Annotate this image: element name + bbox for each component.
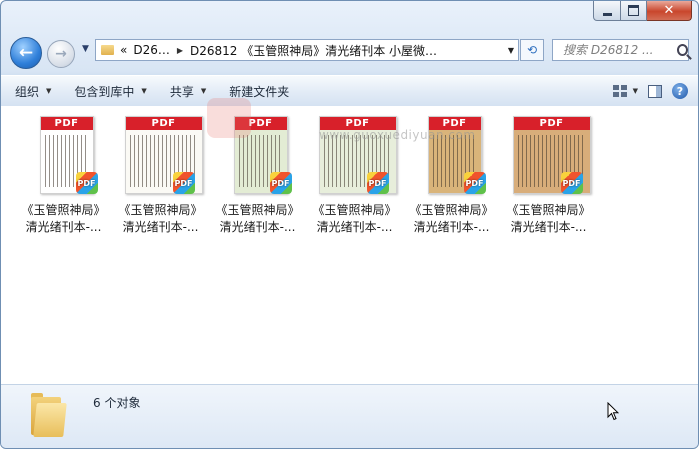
pdf-file-icon: PDF PDF — [32, 114, 98, 200]
pdf-badge-icon: PDF — [366, 172, 389, 194]
pdf-file-icon: PDF PDF — [226, 114, 292, 200]
search-box[interactable] — [552, 39, 689, 61]
breadcrumb-item-parent[interactable]: D26… — [133, 43, 170, 57]
share-label: 共享 — [169, 84, 194, 99]
address-dropdown-icon[interactable]: ▼ — [504, 46, 518, 55]
new-folder-button[interactable]: 新建文件夹 — [215, 78, 298, 104]
forward-button[interactable]: → — [47, 40, 75, 68]
pdf-banner: PDF — [125, 117, 202, 130]
file-item[interactable]: PDF PDF 《玉管照神局》 清光绪刊本-... — [209, 114, 306, 236]
pdf-banner: PDF — [40, 117, 93, 130]
new-folder-label: 新建文件夹 — [229, 84, 290, 99]
title-bar: ✕ — [1, 1, 698, 35]
file-name-line1: 《玉管照神局》 — [312, 203, 397, 217]
window-controls: ✕ — [593, 1, 692, 21]
breadcrumb-separator-icon[interactable]: ▶ — [177, 46, 183, 55]
back-button[interactable]: ← — [10, 37, 42, 69]
pdf-badge-icon: PDF — [269, 172, 292, 194]
file-name-line2: 清光绪刊本-... — [316, 220, 393, 234]
pdf-badge-icon: PDF — [560, 172, 583, 194]
file-item[interactable]: PDF PDF 《玉管照神局》 清光绪刊本-... — [306, 114, 403, 236]
file-item[interactable]: PDF PDF 《玉管照神局》 清光绪刊本-... — [500, 114, 597, 236]
organize-label: 组织 — [15, 84, 40, 99]
preview-pane-icon[interactable] — [648, 84, 662, 98]
breadcrumb-overflow[interactable]: « — [120, 43, 127, 57]
forward-arrow-icon: → — [55, 46, 67, 62]
chevron-down-icon: ▼ — [46, 87, 52, 95]
maximize-icon — [628, 5, 639, 16]
pdf-file-icon: PDF PDF — [318, 114, 397, 200]
navigation-bar: ← → ▼ « D26… ▶ D26812 《玉管照神局》清光绪刊本 小屋微… … — [1, 35, 698, 69]
pdf-badge-icon: PDF — [463, 172, 486, 194]
file-name-line1: 《玉管照神局》 — [21, 203, 106, 217]
close-icon: ✕ — [663, 3, 675, 18]
file-list-area[interactable]: PDF PDF 《玉管照神局》 清光绪刊本-... PDF PDF 《玉管照神局》 清光绪刊本… — [1, 106, 698, 384]
pdf-banner: PDF — [234, 117, 287, 130]
pdf-badge-icon: PDF — [172, 172, 195, 194]
file-item[interactable]: PDF PDF 《玉管照神局》 清光绪刊本-... — [112, 114, 209, 236]
pdf-banner: PDF — [428, 117, 481, 130]
recent-pages-dropdown[interactable]: ▼ — [82, 44, 89, 54]
view-options-icon[interactable] — [612, 85, 627, 97]
explorer-window: ✕ ← → ▼ « D26… ▶ D26812 《玉管照神局》清光绪刊本 小屋微… — [0, 0, 699, 449]
file-name-line1: 《玉管照神局》 — [409, 203, 494, 217]
command-bar: 组织 ▼ 包含到库中 ▼ 共享 ▼ 新建文件夹 ▼ ? — [1, 75, 698, 107]
file-name-line2: 清光绪刊本-... — [510, 220, 587, 234]
view-dropdown-icon[interactable]: ▼ — [633, 87, 638, 95]
file-item[interactable]: PDF PDF 《玉管照神局》 清光绪刊本-... — [403, 114, 500, 236]
include-in-library-menu[interactable]: 包含到库中 ▼ — [60, 78, 155, 104]
search-icon[interactable] — [677, 44, 688, 56]
minimize-icon — [602, 12, 612, 16]
item-count: 6 个对象 — [93, 396, 141, 410]
folder-icon — [27, 391, 67, 439]
refresh-icon: ⟲ — [526, 43, 538, 57]
chevron-down-icon: ▼ — [141, 87, 147, 95]
chevron-down-icon: ▼ — [200, 87, 207, 95]
close-button[interactable]: ✕ — [647, 1, 692, 21]
maximize-button[interactable] — [621, 1, 647, 21]
breadcrumb-item-current[interactable]: D26812 《玉管照神局》清光绪刊本 小屋微… — [190, 42, 437, 59]
file-item[interactable]: PDF PDF 《玉管照神局》 清光绪刊本-... — [15, 114, 112, 236]
file-name-line1: 《玉管照神局》 — [215, 203, 300, 217]
organize-menu[interactable]: 组织 ▼ — [1, 78, 60, 104]
details-pane: 6 个对象 — [1, 384, 698, 448]
pdf-file-icon: PDF PDF — [124, 114, 203, 200]
pdf-banner: PDF — [319, 117, 396, 130]
refresh-button[interactable]: ⟲ — [520, 39, 544, 61]
file-name-line2: 清光绪刊本-... — [219, 220, 296, 234]
file-name-line1: 《玉管照神局》 — [118, 203, 203, 217]
pdf-banner: PDF — [513, 117, 590, 130]
pdf-file-icon: PDF PDF — [420, 114, 486, 200]
minimize-button[interactable] — [593, 1, 621, 21]
toolbar-right: ▼ ? — [612, 83, 698, 99]
file-name-line2: 清光绪刊本-... — [25, 220, 102, 234]
help-icon[interactable]: ? — [672, 83, 688, 99]
include-label: 包含到库中 — [74, 84, 135, 99]
search-input[interactable] — [561, 42, 675, 58]
pdf-badge-icon: PDF — [75, 172, 98, 194]
file-name-line2: 清光绪刊本-... — [413, 220, 490, 234]
address-bar[interactable]: « D26… ▶ D26812 《玉管照神局》清光绪刊本 小屋微… ▼ — [95, 39, 519, 61]
share-menu[interactable]: 共享 ▼ — [156, 78, 215, 104]
file-name-line2: 清光绪刊本-... — [122, 220, 199, 234]
folder-icon — [101, 45, 114, 55]
pdf-file-icon: PDF PDF — [512, 114, 591, 200]
file-grid: PDF PDF 《玉管照神局》 清光绪刊本-... PDF PDF 《玉管照神局》 清光绪刊本… — [15, 114, 597, 236]
back-arrow-icon: ← — [18, 43, 34, 63]
file-name-line1: 《玉管照神局》 — [506, 203, 591, 217]
